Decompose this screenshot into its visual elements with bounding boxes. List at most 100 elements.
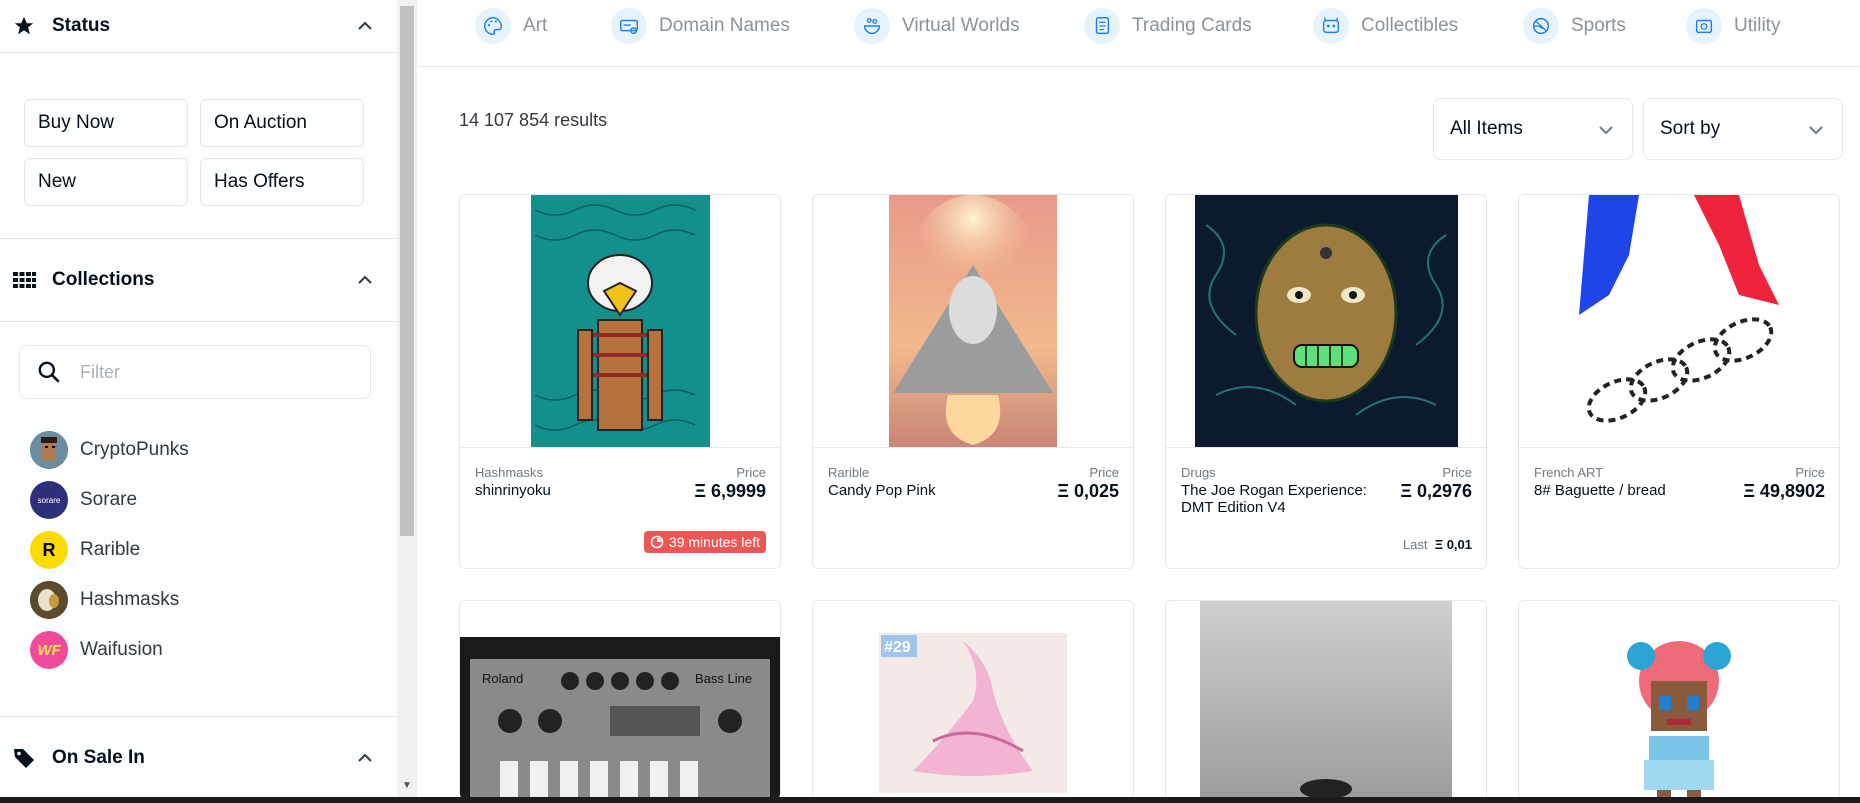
price-label: Price (1089, 465, 1119, 480)
category-label: Trading Cards (1132, 15, 1252, 36)
chevron-up-icon[interactable] (355, 270, 375, 290)
collections-section-header[interactable]: Collections (0, 238, 397, 322)
last-sale-label: Last (1402, 537, 1428, 552)
card-collection-name[interactable]: Rarible (828, 465, 869, 480)
category-collectibles[interactable]: Collectibles (1313, 8, 1458, 44)
price-value: Ξ 0,025 (1057, 481, 1119, 501)
collection-name: CryptoPunks (80, 439, 189, 460)
nft-image[interactable] (1166, 601, 1486, 799)
new-button[interactable]: New (24, 158, 188, 206)
scrollbar-thumb[interactable] (400, 6, 414, 536)
nft-image[interactable] (1519, 195, 1839, 448)
price-value: Ξ 6,9999 (694, 481, 766, 501)
clock-icon (650, 535, 664, 549)
sports-icon (1523, 8, 1559, 44)
last-sale-value: Ξ 0,01 (1434, 537, 1472, 552)
nft-image[interactable] (1519, 601, 1839, 799)
card-item-name[interactable]: shinrinyoku (475, 482, 665, 499)
category-label: Domain Names (659, 15, 790, 36)
virtual-worlds-icon (854, 8, 890, 44)
collectibles-icon (1313, 8, 1349, 44)
collection-item-cryptopunks[interactable]: CryptoPunks (30, 430, 189, 470)
rarible-avatar: R (30, 531, 68, 569)
taskbar-strip (0, 797, 1860, 803)
price-value: Ξ 0,2976 (1400, 481, 1472, 501)
nft-card-roland-bassline[interactable]: Roland Bass Line (459, 600, 781, 800)
filter-input[interactable] (78, 360, 342, 384)
category-label: Art (523, 15, 548, 36)
trading-cards-icon (1084, 8, 1120, 44)
search-icon (36, 359, 62, 385)
nft-image[interactable] (460, 195, 780, 448)
nft-card-pink-29[interactable]: #29 (812, 600, 1134, 800)
collection-name: Hashmasks (80, 589, 180, 610)
category-sports[interactable]: Sports (1523, 8, 1626, 44)
hashmasks-avatar (30, 581, 68, 619)
collections-section-title: Collections (52, 269, 155, 290)
collection-filter[interactable] (19, 345, 371, 399)
last-sale: Last Ξ 0,01 (1403, 537, 1472, 552)
status-section-title: Status (52, 15, 111, 36)
card-collection-name[interactable]: Hashmasks (475, 465, 543, 480)
has-offers-button[interactable]: Has Offers (200, 158, 364, 206)
chevron-down-icon (1809, 126, 1823, 135)
nft-image[interactable]: #29 (813, 601, 1133, 799)
nft-card-baguette-bread[interactable]: French ART 8# Baguette / bread Price Ξ 4… (1518, 194, 1840, 569)
chevron-up-icon[interactable] (355, 748, 375, 768)
card-item-name[interactable]: The Joe Rogan Experience: DMT Edition V4 (1181, 482, 1371, 516)
card-collection-name[interactable]: Drugs (1181, 465, 1216, 480)
category-trading-cards[interactable]: Trading Cards (1084, 8, 1252, 44)
price-label: Price (1442, 465, 1472, 480)
grid-icon (12, 268, 36, 292)
sidebar-scrollbar[interactable]: ▼ (397, 0, 417, 797)
collection-item-sorare[interactable]: sorare Sorare (30, 480, 137, 520)
nft-image[interactable]: Roland Bass Line (460, 601, 780, 799)
category-domain-names[interactable]: Domain Names (611, 8, 790, 44)
tag-icon (12, 746, 36, 770)
nft-card-candy-pop-pink[interactable]: Rarible Candy Pop Pink Price Ξ 0,025 (812, 194, 1134, 569)
card-collection-name[interactable]: French ART (1534, 465, 1603, 480)
nft-image[interactable] (1166, 195, 1486, 448)
card-item-name[interactable]: Candy Pop Pink (828, 482, 1018, 499)
nft-card-pixel-girl[interactable] (1518, 600, 1840, 800)
category-virtual-worlds[interactable]: Virtual Worlds (854, 8, 1020, 44)
scroll-down-arrow-icon[interactable]: ▼ (402, 780, 412, 791)
nft-card-grey-photo[interactable] (1165, 600, 1487, 800)
collection-name: Rarible (80, 539, 141, 560)
price-value: Ξ 49,8902 (1743, 481, 1825, 501)
category-label: Collectibles (1361, 15, 1459, 36)
collection-item-hashmasks[interactable]: Hashmasks (30, 580, 179, 620)
nft-card-joe-rogan-dmt[interactable]: Drugs The Joe Rogan Experience: DMT Edit… (1165, 194, 1487, 569)
category-label: Utility (1734, 15, 1781, 36)
collection-name: Sorare (80, 489, 138, 510)
sort-by-dropdown[interactable]: Sort by (1643, 98, 1843, 160)
on-sale-section-title: On Sale In (52, 747, 145, 768)
category-art[interactable]: Art (475, 8, 547, 44)
price-label: Price (1795, 465, 1825, 480)
on-sale-section-header[interactable]: On Sale In (0, 716, 397, 797)
filter-sidebar: Status Buy Now On Auction New Has Offers… (0, 0, 398, 797)
category-nav: Art Domain Names Virtual Worlds Trading … (418, 0, 1860, 67)
category-label: Sports (1571, 15, 1626, 36)
utility-icon (1686, 8, 1722, 44)
collection-name: Waifusion (80, 639, 163, 660)
roland-brand-text: Roland (482, 671, 523, 686)
status-section-header[interactable]: Status (0, 0, 397, 53)
all-items-dropdown[interactable]: All Items (1433, 98, 1633, 160)
chevron-up-icon[interactable] (355, 16, 375, 36)
auction-time-badge: 39 minutes left (643, 531, 766, 553)
domain-icon (611, 8, 647, 44)
time-left-text: 39 minutes left (668, 534, 760, 550)
edition-29-text: #29 (884, 639, 911, 656)
nft-image[interactable] (813, 195, 1133, 448)
card-item-name[interactable]: 8# Baguette / bread (1534, 482, 1724, 499)
collection-item-waifusion[interactable]: WF Waifusion (30, 630, 163, 670)
collection-item-rarible[interactable]: R Rarible (30, 530, 140, 570)
buy-now-button[interactable]: Buy Now (24, 99, 188, 147)
category-utility[interactable]: Utility (1686, 8, 1780, 44)
on-auction-button[interactable]: On Auction (200, 99, 364, 147)
waifusion-avatar: WF (30, 631, 68, 669)
nft-card-shinrinyoku[interactable]: Hashmasks shinrinyoku Price Ξ 6,9999 39 … (459, 194, 781, 569)
results-count: 14 107 854 results (459, 110, 608, 130)
cryptopunks-avatar (30, 431, 68, 469)
